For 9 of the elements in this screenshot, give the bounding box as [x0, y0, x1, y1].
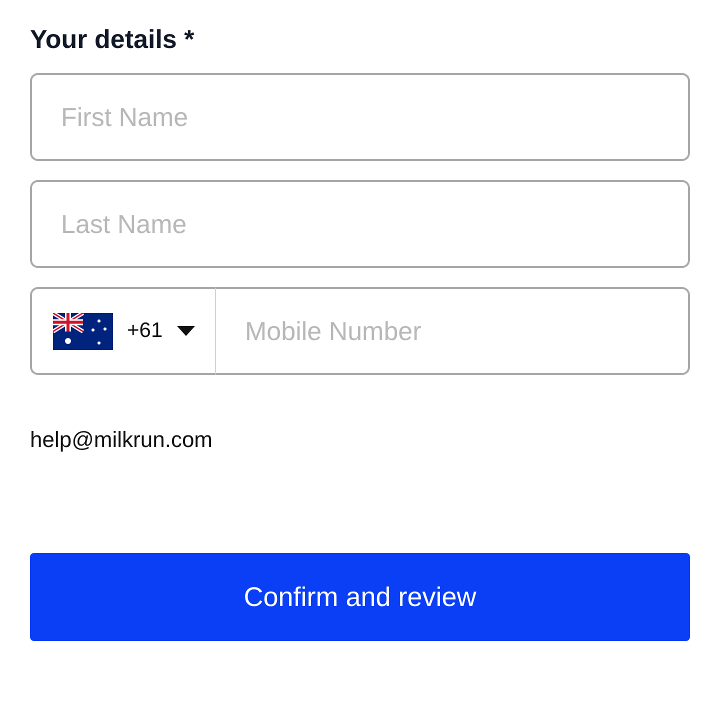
caret-icon [176, 326, 195, 336]
email-text: help@milkrun.com [30, 426, 212, 454]
section-title: Your details * [30, 23, 194, 56]
country-code-dropdown[interactable]: +61 [30, 287, 215, 375]
text-field[interactable]: Last Name [30, 180, 690, 268]
flag-icon [53, 312, 113, 350]
mobile-number-field[interactable]: Mobile Number [215, 287, 690, 375]
text-field[interactable]: First Name [30, 73, 690, 161]
confirm-button[interactable]: Confirm and review [30, 553, 690, 641]
